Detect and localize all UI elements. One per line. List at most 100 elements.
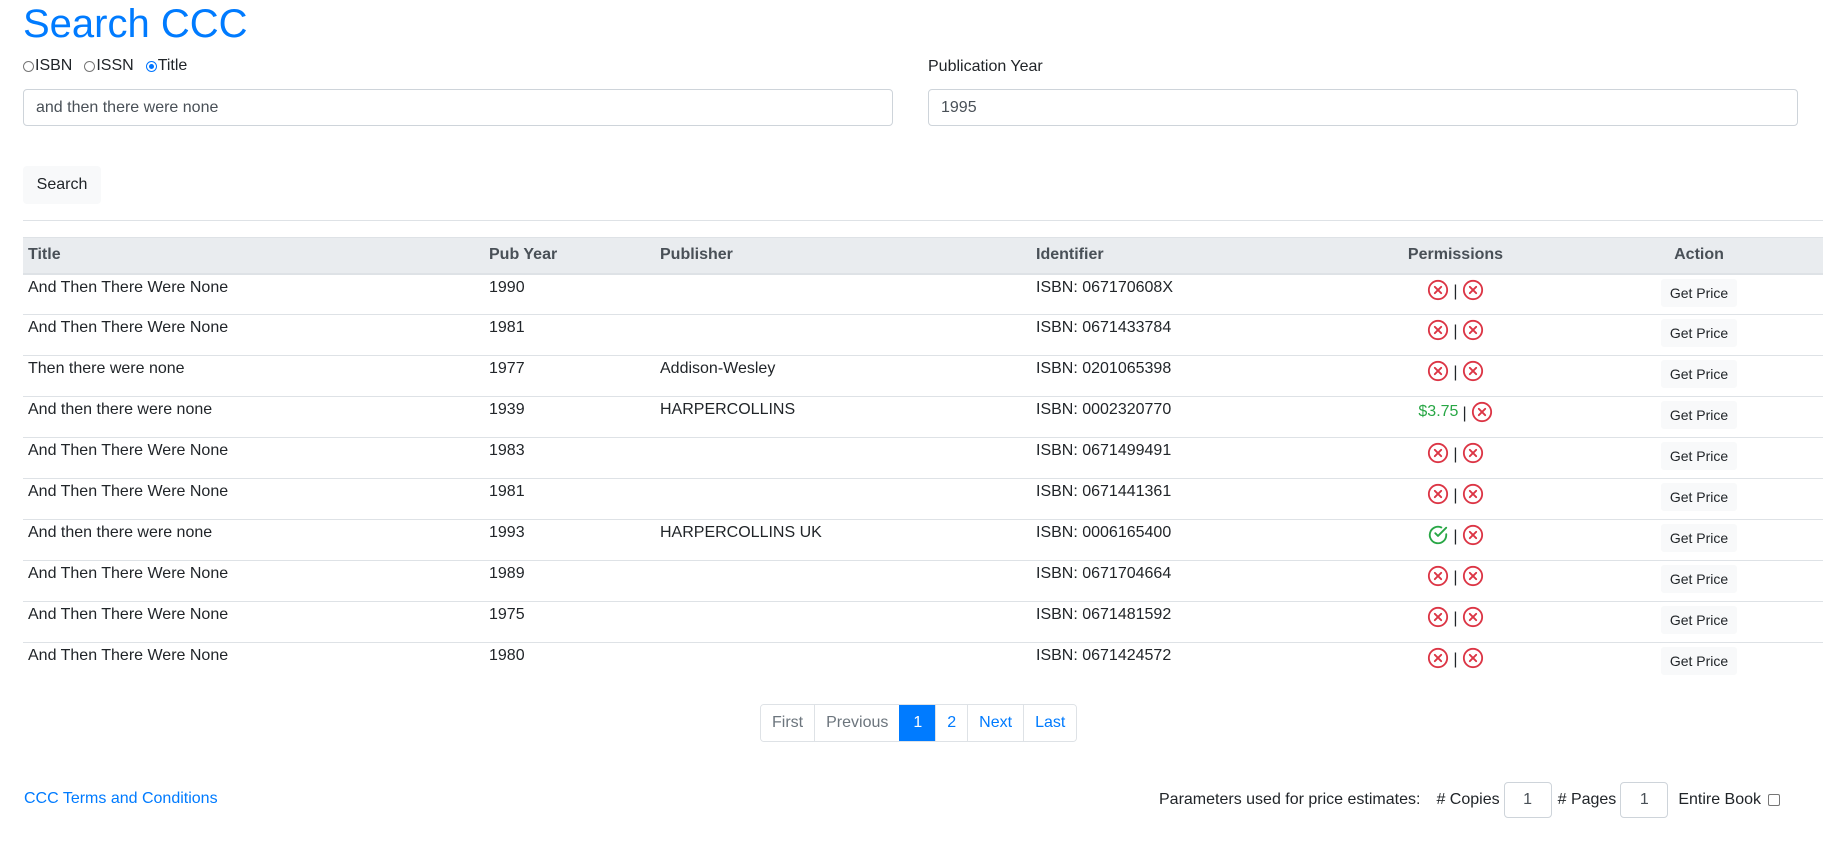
- x-circle-icon: [1428, 606, 1449, 628]
- get-price-button[interactable]: Get Price: [1660, 483, 1738, 511]
- cell-permissions: |: [1336, 314, 1575, 356]
- cell-publisher: [655, 560, 1031, 602]
- page-link-first: First: [761, 705, 815, 741]
- cell-action: Get Price: [1575, 601, 1823, 643]
- cell-title: And Then There Were None: [23, 642, 484, 684]
- permission-separator: |: [1453, 528, 1458, 545]
- cell-title: And Then There Were None: [23, 601, 484, 643]
- cell-pub-year: 1990: [489, 278, 525, 296]
- page-link-1[interactable]: 1: [899, 705, 936, 741]
- cell-permissions: |: [1336, 560, 1575, 602]
- table-row: And Then There Were None 1989 ISBN: 067170…: [23, 560, 1823, 602]
- divider: [23, 220, 1823, 221]
- column-header-pub-year[interactable]: Pub Year: [484, 237, 655, 275]
- cell-publisher: [655, 274, 1031, 315]
- cell-publisher: [655, 642, 1031, 684]
- get-price-button[interactable]: Get Price: [1660, 606, 1738, 634]
- cell-action: Get Price: [1575, 478, 1823, 520]
- table-header-row: Title Pub Year Publisher Identifier Perm…: [23, 237, 1823, 275]
- entire-book-checkbox[interactable]: [1768, 794, 1781, 806]
- cell-title: And Then There Were None: [28, 278, 229, 296]
- cell-publisher: [655, 478, 1031, 520]
- price-value: $3.75: [1418, 403, 1459, 420]
- x-circle-icon: [1462, 319, 1483, 341]
- x-circle-icon: [1428, 565, 1449, 587]
- table-row: And then there were none 1939 HARPERCOLLIN…: [23, 396, 1823, 438]
- entire-book-label: Entire Book: [1678, 791, 1762, 808]
- permission-separator: |: [1453, 282, 1458, 300]
- column-header-title[interactable]: Title: [23, 237, 484, 275]
- page-link-2[interactable]: 2: [935, 705, 968, 741]
- cell-title: And then there were none: [23, 396, 484, 438]
- cell-action: Get Price: [1575, 314, 1823, 356]
- radio-issn-input[interactable]: [84, 60, 96, 72]
- table-row: And then there were none 1993 HARPERCOLLIN…: [23, 519, 1823, 561]
- x-circle-icon: [1428, 442, 1449, 464]
- cell-action: Get Price: [1575, 274, 1823, 315]
- table-row: Then there were none 1977 Addison-Wesley IS…: [23, 355, 1823, 397]
- table-row: And Then There Were None 1975 ISBN: 067148…: [23, 601, 1823, 643]
- radio-issn[interactable]: ISSN: [84, 57, 134, 75]
- get-price-button[interactable]: Get Price: [1660, 401, 1738, 429]
- cell-permissions: |: [1336, 601, 1575, 643]
- cell-title: And then there were none: [23, 519, 484, 561]
- cell-permissions: |: [1336, 355, 1575, 397]
- table-row: And Then There Were None 1981 ISBN: 067143…: [23, 314, 1823, 356]
- page-link-last[interactable]: Last: [1023, 705, 1077, 741]
- x-circle-icon: [1428, 647, 1449, 669]
- get-price-button[interactable]: Get Price: [1660, 278, 1738, 307]
- permission-separator: |: [1453, 323, 1458, 340]
- cell-title: And Then There Were None: [23, 560, 484, 602]
- cell-pub-year: 1989: [484, 560, 655, 602]
- get-price-button[interactable]: Get Price: [1660, 319, 1738, 347]
- cell-identifier: ISBN: 0671433784: [1031, 314, 1336, 356]
- search-type-radios: ISBN ISSN Title: [23, 57, 199, 75]
- x-circle-icon: [1462, 483, 1483, 505]
- cell-identifier: ISBN: 067170608X: [1036, 278, 1173, 296]
- results-body: And Then There Were None 1990 ISBN: 067170…: [23, 274, 1823, 684]
- cell-permissions: |: [1336, 274, 1575, 315]
- cell-action: Get Price: [1575, 642, 1823, 684]
- terms-and-conditions-link[interactable]: CCC Terms and Conditions: [24, 790, 218, 808]
- publication-year-input[interactable]: 1995: [928, 89, 1798, 126]
- get-price-button[interactable]: Get Price: [1660, 565, 1738, 593]
- radio-isbn[interactable]: ISBN: [23, 57, 72, 75]
- x-circle-icon: [1462, 647, 1483, 669]
- radio-isbn-input[interactable]: [23, 60, 34, 72]
- pages-input[interactable]: 1: [1620, 782, 1669, 818]
- x-circle-icon: [1462, 360, 1483, 382]
- search-button[interactable]: Search: [23, 166, 101, 204]
- cell-publisher: [655, 601, 1031, 643]
- column-header-permissions: Permissions: [1336, 237, 1575, 275]
- get-price-button[interactable]: Get Price: [1660, 360, 1738, 388]
- cell-pub-year: 1980: [484, 642, 655, 684]
- permission-separator: |: [1453, 364, 1458, 381]
- cell-publisher: [655, 437, 1031, 479]
- cell-permissions: $3.75 |: [1336, 396, 1575, 438]
- get-price-button[interactable]: Get Price: [1660, 442, 1738, 470]
- radio-title-input[interactable]: [145, 60, 157, 72]
- permission-separator: |: [1453, 446, 1458, 463]
- column-header-publisher[interactable]: Publisher: [655, 237, 1031, 275]
- radio-issn-label: ISSN: [96, 57, 134, 74]
- cell-pub-year: 1939: [484, 396, 655, 438]
- page-link-next[interactable]: Next: [967, 705, 1024, 741]
- page-link-previous: Previous: [814, 705, 900, 741]
- cell-identifier: ISBN: 0671704664: [1031, 560, 1336, 602]
- table-row: And Then There Were None 1990 ISBN: 067170…: [23, 274, 1823, 315]
- permission-separator: |: [1453, 487, 1458, 504]
- cell-action: Get Price: [1575, 560, 1823, 602]
- x-circle-icon: [1428, 319, 1449, 341]
- copies-input[interactable]: 1: [1503, 782, 1552, 818]
- cell-publisher: Addison-Wesley: [655, 355, 1031, 397]
- get-price-button[interactable]: Get Price: [1660, 524, 1738, 552]
- cell-pub-year: 1981: [484, 314, 655, 356]
- cell-action: Get Price: [1575, 396, 1823, 438]
- cell-identifier: ISBN: 0671481592: [1031, 601, 1336, 643]
- x-circle-icon: [1462, 565, 1483, 587]
- get-price-button[interactable]: Get Price: [1660, 647, 1738, 675]
- cell-permissions: |: [1336, 642, 1575, 684]
- radio-title[interactable]: Title: [145, 57, 187, 75]
- column-header-identifier[interactable]: Identifier: [1031, 237, 1336, 275]
- search-query-input[interactable]: and then there were none: [23, 89, 893, 126]
